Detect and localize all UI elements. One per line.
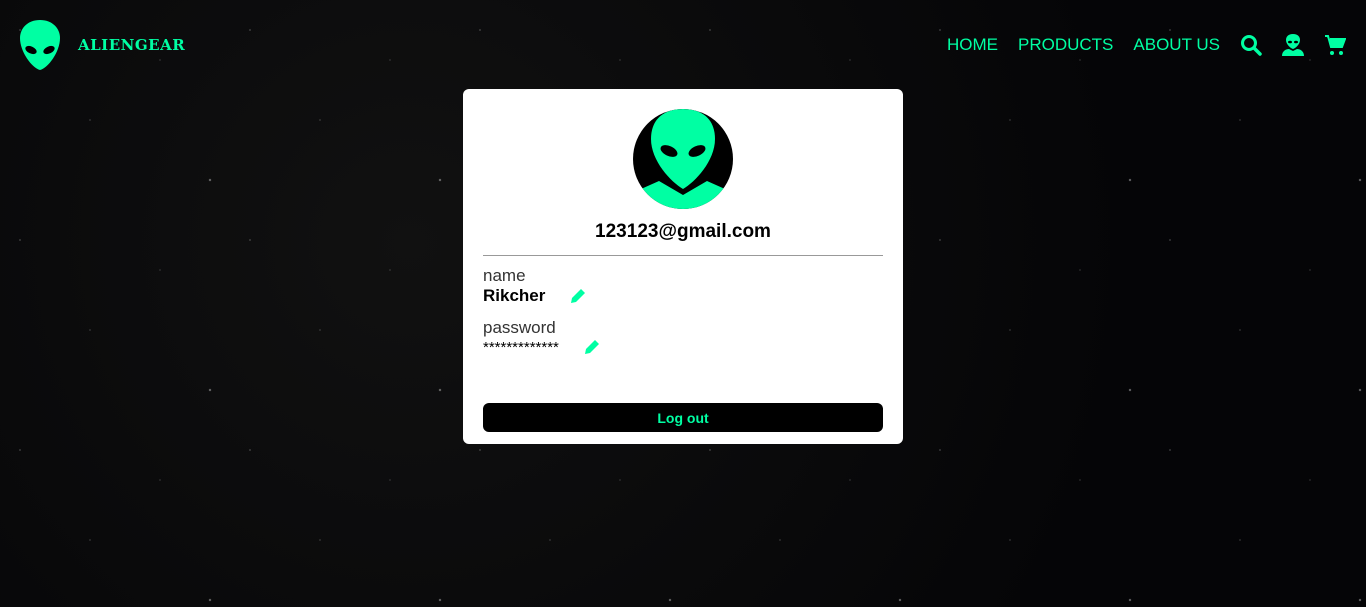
brand-name: ALIENGEAR: [78, 36, 186, 54]
cart-icon[interactable]: [1324, 34, 1346, 56]
name-value: Rikcher: [483, 286, 546, 305]
edit-password-pencil-icon[interactable]: [583, 338, 601, 356]
avatar: [633, 109, 733, 209]
alien-logo-icon: [20, 20, 60, 70]
alien-avatar-icon: [633, 109, 733, 209]
edit-name-pencil-icon[interactable]: [569, 287, 587, 305]
logout-button[interactable]: Log out: [483, 403, 883, 432]
search-icon[interactable]: [1240, 34, 1262, 56]
main-nav: HOME PRODUCTS ABOUT US: [947, 34, 1346, 56]
user-email: 123123@gmail.com: [595, 221, 771, 242]
password-value: *************: [483, 338, 559, 356]
password-label: password: [483, 318, 556, 337]
profile-card: 123123@gmail.com name Rikcher password *…: [463, 89, 903, 444]
name-label: name: [483, 266, 526, 285]
nav-products[interactable]: PRODUCTS: [1018, 35, 1113, 55]
divider: [483, 255, 883, 256]
brand-logo[interactable]: ALIENGEAR: [20, 20, 185, 70]
nav-about-us[interactable]: ABOUT US: [1133, 35, 1220, 55]
user-icon[interactable]: [1282, 34, 1304, 56]
nav-home[interactable]: HOME: [947, 35, 998, 55]
